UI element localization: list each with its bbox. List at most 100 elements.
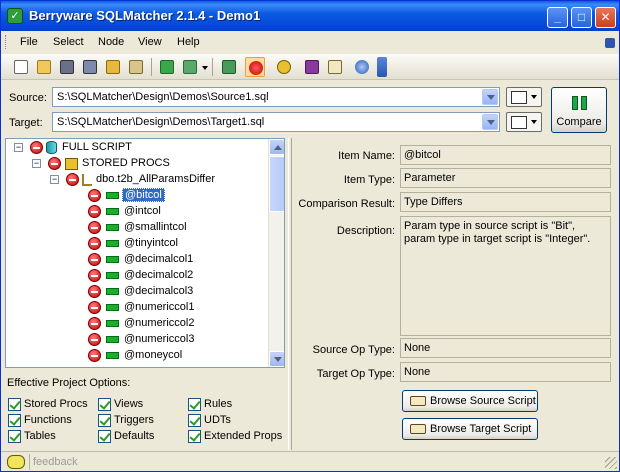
tree-view-icon	[511, 91, 527, 104]
tree-node-param[interactable]: @numericcol2	[12, 316, 262, 332]
scroll-down-button[interactable]	[269, 351, 284, 367]
target-dropdown-button[interactable]	[482, 114, 498, 130]
tree-node-param[interactable]: @smallintcol	[12, 220, 262, 236]
difference-stop-icon	[88, 349, 101, 362]
source-dropdown-button[interactable]	[482, 89, 498, 105]
checkbox-extended-props[interactable]	[188, 430, 201, 443]
menu-file[interactable]: File	[20, 36, 38, 48]
item-type-label: Item Type:	[343, 174, 395, 186]
checkbox-label: Stored Procs	[24, 398, 88, 410]
menu-overflow-icon[interactable]	[605, 38, 615, 48]
item-name-field[interactable]: @bitcol	[400, 145, 611, 165]
new-project-icon[interactable]	[11, 57, 31, 77]
menu-help[interactable]: Help	[177, 36, 200, 48]
checkbox-udts[interactable]	[188, 414, 201, 427]
tree-node-label: @moneycol	[124, 349, 183, 361]
compare-nodes-icon[interactable]	[157, 57, 177, 77]
tree-node-param-bitcol[interactable]: @bitcol	[12, 188, 262, 204]
differences-filter-icon[interactable]	[245, 57, 265, 77]
open-project-icon[interactable]	[34, 57, 54, 77]
comparison-result-field[interactable]: Type Differs	[400, 192, 611, 212]
chevron-down-icon	[531, 120, 537, 124]
script-compare-icon[interactable]	[219, 57, 239, 77]
resize-grip-icon[interactable]	[605, 457, 617, 469]
menu-view[interactable]: View	[138, 36, 162, 48]
maximize-button[interactable]: □	[571, 7, 592, 28]
checkbox-rules[interactable]	[188, 398, 201, 411]
parameter-icon	[106, 224, 119, 231]
chevron-down-icon	[487, 120, 495, 125]
tree-node-label: @decimalcol3	[124, 285, 194, 297]
tree-node-label: @decimalcol2	[124, 269, 194, 281]
source-browse-button[interactable]	[506, 87, 542, 107]
tree-node-param[interactable]: @decimalcol3	[12, 284, 262, 300]
menu-node[interactable]: Node	[98, 36, 124, 48]
toolbar-overflow-icon[interactable]	[377, 57, 387, 77]
parameter-icon	[106, 256, 119, 263]
close-button[interactable]: ✕	[595, 7, 616, 28]
save-project-icon[interactable]	[57, 57, 77, 77]
minimize-button[interactable]: _	[547, 7, 568, 28]
checkbox-stored-procs[interactable]	[8, 398, 21, 411]
tree-node-param[interactable]: @moneycol	[12, 348, 262, 364]
collapse-icon[interactable]: −	[14, 143, 23, 152]
target-op-type-field[interactable]: None	[400, 362, 611, 382]
menu-bar: File Select Node View Help	[1, 31, 619, 53]
difference-stop-icon	[66, 173, 79, 186]
collapse-icon[interactable]: −	[50, 175, 59, 184]
save-all-icon[interactable]	[80, 57, 100, 77]
open-folder-icon[interactable]	[103, 57, 123, 77]
tree-node-param[interactable]: @decimalcol2	[12, 268, 262, 284]
compare-dropdown-arrow-icon[interactable]	[202, 66, 208, 70]
source-op-type-field[interactable]: None	[400, 338, 611, 358]
checkbox-label: Triggers	[114, 414, 154, 426]
compare-button[interactable]: Compare	[551, 87, 607, 133]
pane-splitter[interactable]	[288, 138, 292, 450]
scroll-up-button[interactable]	[269, 139, 284, 155]
toolbar	[1, 54, 619, 80]
title-bar[interactable]: ✓ Berryware SQLMatcher 2.1.4 - Demo1 _ □…	[1, 1, 619, 31]
browse-source-script-button[interactable]: Browse Source Script	[402, 390, 538, 412]
script-tree[interactable]: − FULL SCRIPT − STORED PROCS − dbo.t2b_A…	[5, 138, 285, 368]
tree-node-param[interactable]: @tinyintcol	[12, 236, 262, 252]
options-gear-icon[interactable]	[274, 57, 294, 77]
tree-node-full-script[interactable]: − FULL SCRIPT	[12, 140, 262, 156]
browse-target-script-button[interactable]: Browse Target Script	[402, 418, 538, 440]
difference-stop-icon	[88, 269, 101, 282]
tree-node-param[interactable]: @numericcol3	[12, 332, 262, 348]
checkbox-functions[interactable]	[8, 414, 21, 427]
compare-dropdown-icon[interactable]	[180, 57, 200, 77]
parameter-icon	[106, 320, 119, 327]
tree-node-label: @intcol	[124, 205, 161, 217]
target-browse-button[interactable]	[506, 112, 542, 132]
tree-scrollbar[interactable]	[268, 139, 284, 367]
tree-node-stored-procs[interactable]: − STORED PROCS	[12, 156, 262, 172]
tree-view-icon	[511, 116, 527, 129]
settings-folder-icon[interactable]	[126, 57, 146, 77]
item-type-field[interactable]: Parameter	[400, 168, 611, 188]
difference-stop-icon	[48, 157, 61, 170]
tree-node-label: @numericcol2	[124, 317, 195, 329]
tree-node-procedure[interactable]: − dbo.t2b_AllParamsDiffer	[12, 172, 262, 188]
checkbox-defaults[interactable]	[98, 430, 111, 443]
menu-select[interactable]: Select	[53, 36, 84, 48]
tree-node-param[interactable]: @decimalcol1	[12, 252, 262, 268]
tree-node-param[interactable]: @intcol	[12, 204, 262, 220]
database-icon	[46, 141, 57, 154]
target-path-combo[interactable]: S:\SQLMatcher\Design\Demos\Target1.sql	[52, 112, 500, 132]
collapse-icon[interactable]: −	[32, 159, 41, 168]
checkbox-triggers[interactable]	[98, 414, 111, 427]
source-path-combo[interactable]: S:\SQLMatcher\Design\Demos\Source1.sql	[52, 87, 500, 107]
checkbox-tables[interactable]	[8, 430, 21, 443]
tree-node-label: STORED PROCS	[82, 157, 170, 169]
menu-grip-icon	[5, 35, 8, 49]
context-help-icon[interactable]	[325, 57, 345, 77]
checkbox-views[interactable]	[98, 398, 111, 411]
scroll-thumb[interactable]	[269, 156, 284, 212]
help-book-icon[interactable]	[302, 57, 322, 77]
compare-icon	[572, 96, 588, 110]
about-globe-icon[interactable]	[352, 57, 372, 77]
description-field[interactable]: Param type in source script is "Bit", pa…	[400, 216, 611, 336]
feedback-icon[interactable]	[7, 455, 25, 469]
tree-node-param[interactable]: @numericcol1	[12, 300, 262, 316]
